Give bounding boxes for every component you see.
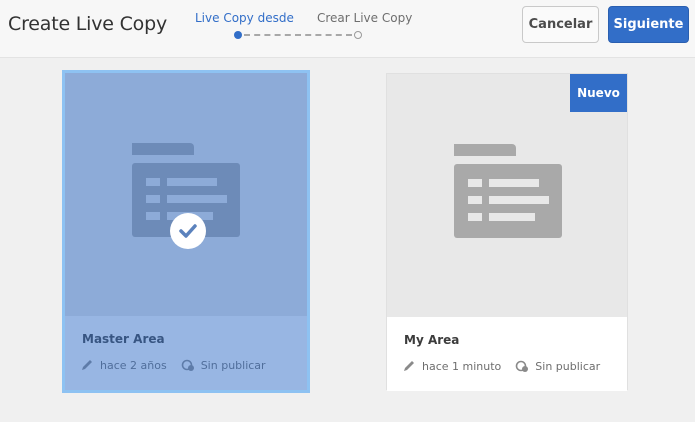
unpublished-icon — [515, 360, 529, 372]
card-master-area[interactable]: Master Area hace 2 años Sin publicar — [62, 70, 310, 393]
card-modified: hace 1 minuto — [422, 359, 502, 373]
wizard-header: Create Live Copy Live Copy desde Crear L… — [0, 0, 695, 58]
card-title: My Area — [404, 333, 460, 347]
pencil-icon — [82, 360, 92, 370]
next-button[interactable]: Siguiente — [608, 6, 689, 43]
card-info: Master Area hace 2 años Sin publicar — [65, 316, 307, 390]
card-modified: hace 2 años — [100, 358, 167, 372]
card-thumbnail: Nuevo — [387, 74, 627, 317]
step-2-indicator — [354, 31, 362, 39]
step-connector — [244, 34, 352, 36]
unpublished-icon — [181, 359, 194, 371]
step-2-label[interactable]: Crear Live Copy — [317, 11, 412, 25]
step-1-indicator — [234, 31, 242, 39]
card-meta: hace 2 años Sin publicar — [80, 358, 266, 372]
card-title: Master Area — [82, 332, 165, 346]
selected-check-icon — [170, 213, 206, 249]
pencil-icon — [404, 361, 414, 371]
card-my-area[interactable]: Nuevo My Area hace 1 minuto Sin publicar — [386, 73, 628, 391]
new-badge: Nuevo — [570, 74, 627, 112]
card-status: Sin publicar — [200, 358, 266, 372]
card-status: Sin publicar — [535, 359, 601, 373]
card-info: My Area hace 1 minuto Sin publicar — [387, 317, 627, 391]
card-meta: hace 1 minuto Sin publicar — [402, 359, 600, 373]
card-thumbnail — [65, 73, 307, 316]
step-1-label[interactable]: Live Copy desde — [195, 11, 294, 25]
cancel-button[interactable]: Cancelar — [522, 6, 599, 43]
page-title: Create Live Copy — [8, 13, 168, 35]
wizard-steps: Live Copy desde Crear Live Copy — [190, 8, 412, 48]
folder-icon — [454, 144, 562, 238]
